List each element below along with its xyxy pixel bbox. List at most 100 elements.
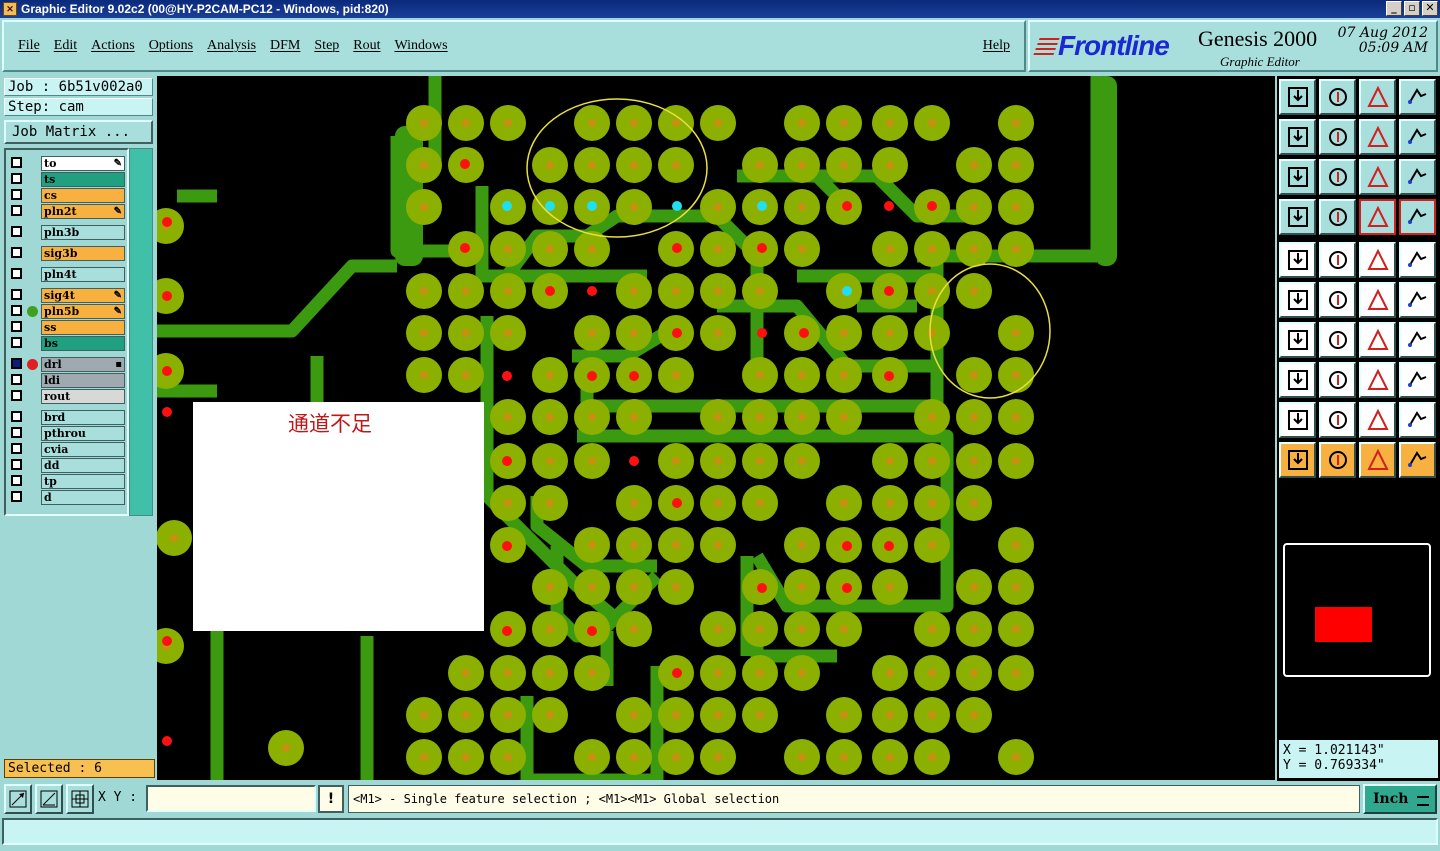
close-button[interactable]: ✕ xyxy=(1422,1,1438,16)
flip-icon[interactable] xyxy=(1399,322,1436,358)
layer-checkbox[interactable] xyxy=(11,321,22,332)
layer-row-pln5b[interactable]: pln5b ✎ xyxy=(8,304,127,319)
layer-row-ldi[interactable]: ldi xyxy=(8,373,127,388)
layer-checkbox[interactable] xyxy=(11,205,22,216)
layer-name[interactable]: to ✎ xyxy=(41,156,125,171)
warning-button[interactable]: ! xyxy=(318,785,344,813)
layer-checkbox[interactable] xyxy=(11,411,22,422)
snap-icon[interactable] xyxy=(1279,242,1316,278)
restore-button[interactable]: ▫ xyxy=(1404,1,1420,16)
route-icon[interactable] xyxy=(1359,402,1396,438)
layer-row-pthrou[interactable]: pthrou xyxy=(8,426,127,441)
layer-checkbox[interactable] xyxy=(11,427,22,438)
rotate-icon[interactable] xyxy=(1359,322,1396,358)
select-net-icon[interactable] xyxy=(1399,442,1436,478)
layer-checkbox[interactable] xyxy=(11,337,22,348)
select-poly-icon[interactable] xyxy=(1359,442,1396,478)
scale-1-2-icon[interactable] xyxy=(1359,159,1396,195)
layer-name[interactable]: sig4t ✎ xyxy=(41,288,125,303)
layer-checkbox[interactable] xyxy=(11,390,22,401)
undo-zoom-icon[interactable] xyxy=(1359,119,1396,155)
layer-row-rout[interactable]: rout xyxy=(8,389,127,404)
layer-checkbox[interactable] xyxy=(11,459,22,470)
units-select[interactable]: Inch xyxy=(1363,784,1437,814)
redraw-icon[interactable] xyxy=(1399,119,1436,155)
pan-right-icon[interactable] xyxy=(1319,119,1356,155)
overview-minimap[interactable] xyxy=(1283,543,1431,677)
align-icon[interactable] xyxy=(1399,402,1436,438)
layer-name[interactable]: ldi xyxy=(41,373,125,388)
minimize-button[interactable]: _ xyxy=(1386,1,1402,16)
grid-icon[interactable] xyxy=(1319,199,1356,235)
menu-rout[interactable]: Rout xyxy=(353,38,380,54)
layer-checkbox[interactable] xyxy=(11,491,22,502)
arc-icon[interactable] xyxy=(1399,282,1436,318)
menu-file[interactable]: File xyxy=(18,38,40,54)
pan-left-icon[interactable] xyxy=(1279,119,1316,155)
layer-name[interactable]: cs xyxy=(41,188,125,203)
zoom-down-icon[interactable] xyxy=(1319,79,1356,115)
layer-checkbox[interactable] xyxy=(11,226,22,237)
layer-name[interactable]: pln4t xyxy=(41,267,125,282)
layer-name[interactable]: sig3b xyxy=(41,246,125,261)
select-icon[interactable] xyxy=(1279,442,1316,478)
select-box-icon[interactable] xyxy=(1319,442,1356,478)
layer-name[interactable]: pln5b ✎ xyxy=(41,304,125,319)
menu-dfm[interactable]: DFM xyxy=(270,38,300,54)
angle-icon[interactable] xyxy=(1279,322,1316,358)
ruler-icon[interactable] xyxy=(1359,242,1396,278)
arrow-poly-icon[interactable] xyxy=(1319,402,1356,438)
layer-checkbox[interactable] xyxy=(11,475,22,486)
layer-row-sig3b[interactable]: sig3b xyxy=(8,246,127,261)
graphic-canvas[interactable]: 通道不足 xyxy=(157,76,1275,780)
grid-snap-icon[interactable] xyxy=(66,784,94,814)
layer-row-brd[interactable]: brd xyxy=(8,410,127,425)
connect-icon[interactable] xyxy=(1279,282,1316,318)
layers-a-icon[interactable] xyxy=(1359,199,1396,235)
fit-icon[interactable] xyxy=(1279,159,1316,195)
layer-name[interactable]: rout xyxy=(41,389,125,404)
layer-row-tp[interactable]: tp xyxy=(8,474,127,489)
layer-name[interactable]: drl ▪ xyxy=(41,357,125,372)
layer-row-cs[interactable]: cs xyxy=(8,188,127,203)
pad-icon[interactable] xyxy=(1279,362,1316,398)
menu-edit[interactable]: Edit xyxy=(54,38,77,54)
measure-angle-icon[interactable] xyxy=(35,784,63,814)
layer-checkbox[interactable] xyxy=(11,305,22,316)
layer-name[interactable]: pthrou xyxy=(41,426,125,441)
layer-name[interactable]: cvia xyxy=(41,442,125,457)
layer-row-sig4t[interactable]: sig4t ✎ xyxy=(8,288,127,303)
home-icon[interactable] xyxy=(1359,79,1396,115)
layer-row-ss[interactable]: ss xyxy=(8,320,127,335)
layer-checkbox[interactable] xyxy=(11,374,22,385)
menu-actions[interactable]: Actions xyxy=(91,38,135,54)
settings-icon[interactable] xyxy=(1279,199,1316,235)
center-icon[interactable] xyxy=(1319,159,1356,195)
layer-name[interactable]: d xyxy=(41,490,125,505)
cut-icon[interactable] xyxy=(1319,362,1356,398)
point-icon[interactable] xyxy=(1399,242,1436,278)
layer-name[interactable]: dd xyxy=(41,458,125,473)
layer-row-pln2t[interactable]: pln2t ✎ xyxy=(8,204,127,219)
layer-row-dd[interactable]: dd xyxy=(8,458,127,473)
layer-row-bs[interactable]: bs xyxy=(8,336,127,351)
resize-icon[interactable] xyxy=(1359,362,1396,398)
layer-checkbox[interactable] xyxy=(11,443,22,454)
menu-options[interactable]: Options xyxy=(149,38,193,54)
layer-row-ts[interactable]: ts xyxy=(8,172,127,187)
menu-step[interactable]: Step xyxy=(314,38,339,54)
layer-checkbox[interactable] xyxy=(11,358,22,369)
layer-row-d[interactable]: d xyxy=(8,490,127,505)
delete-icon[interactable] xyxy=(1319,282,1356,318)
layer-checkbox[interactable] xyxy=(11,189,22,200)
layer-name[interactable]: pln3b xyxy=(41,225,125,240)
layer-checkbox[interactable] xyxy=(11,247,22,258)
layer-list-scrollbar[interactable] xyxy=(129,148,153,516)
minimap-viewport[interactable] xyxy=(1315,607,1372,642)
layer-row-cvia[interactable]: cvia xyxy=(8,442,127,457)
menu-windows[interactable]: Windows xyxy=(395,38,448,54)
line-icon[interactable] xyxy=(1359,282,1396,318)
measure-icon[interactable] xyxy=(1319,242,1356,278)
zoom-box-icon[interactable] xyxy=(4,784,32,814)
poly-icon[interactable] xyxy=(1279,402,1316,438)
